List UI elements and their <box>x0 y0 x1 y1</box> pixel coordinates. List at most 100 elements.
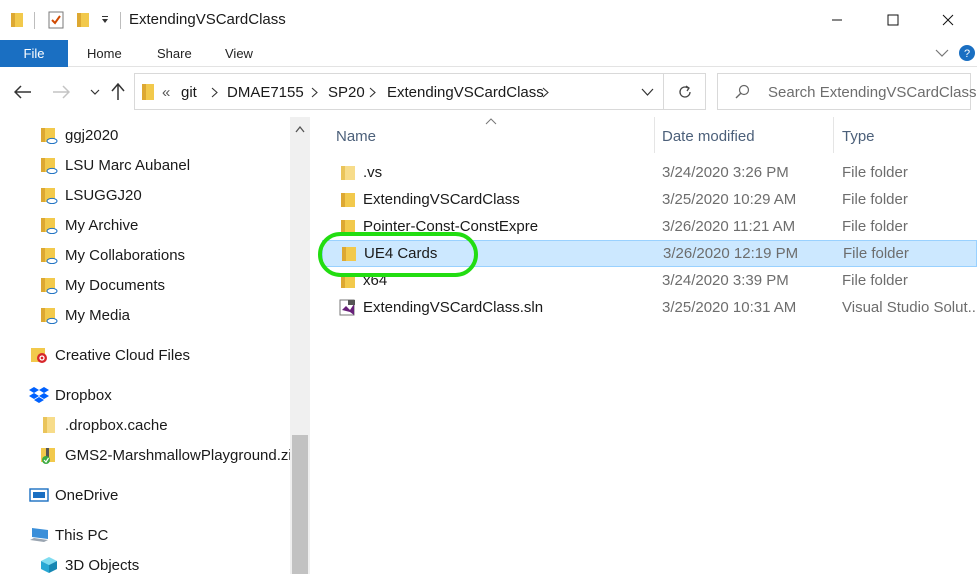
chevron-right-icon[interactable] <box>308 85 320 99</box>
tab-view[interactable]: View <box>225 46 253 61</box>
column-header-name[interactable]: Name <box>336 117 376 155</box>
creative-cloud-icon <box>29 345 49 365</box>
nav-item-dropbox-cache[interactable]: .dropbox.cache <box>39 411 168 439</box>
chevron-down-icon <box>641 88 653 96</box>
annotation-highlight-ring <box>318 232 478 277</box>
onedrive-folder-icon <box>39 245 59 265</box>
chevron-down-icon <box>935 49 949 57</box>
onedrive-folder-icon <box>39 215 59 235</box>
refresh-button[interactable] <box>664 73 706 110</box>
folder-icon <box>341 166 355 180</box>
navigation-pane: ggj2020 LSU Marc Aubanel LSUGGJ20 My Arc… <box>0 117 310 574</box>
nav-item-my-archive[interactable]: My Archive <box>39 211 138 239</box>
breadcrumb-overflow[interactable]: « <box>162 84 170 101</box>
tab-home[interactable]: Home <box>87 46 122 61</box>
file-tab[interactable]: File <box>0 40 68 67</box>
nav-item-gms2-marshmallow-playground[interactable]: GMS2-MarshmallowPlayground.zi <box>39 441 292 469</box>
chevron-right-icon[interactable] <box>366 85 378 99</box>
nav-item-label: Creative Cloud Files <box>55 346 191 364</box>
search-icon <box>734 84 750 103</box>
file-type: File folder <box>842 218 908 235</box>
chevron-up-icon <box>295 125 305 132</box>
back-button[interactable] <box>12 81 34 103</box>
nav-pane-scrollbar[interactable] <box>290 117 310 574</box>
address-row: « git DMAE7155 SP20 ExtendingVSCardClass… <box>0 67 977 117</box>
onedrive-folder-icon <box>39 155 59 175</box>
nav-item-dropbox[interactable]: Dropbox <box>29 381 112 409</box>
help-button[interactable]: ? <box>957 43 977 63</box>
nav-item-my-media[interactable]: My Media <box>39 301 130 329</box>
file-date: 3/26/2020 11:21 AM <box>662 218 796 235</box>
nav-item-label: My Media <box>65 306 131 324</box>
maximize-icon <box>887 14 899 26</box>
breadcrumb-sp20[interactable]: SP20 <box>328 84 365 101</box>
address-history-button[interactable] <box>639 85 655 99</box>
column-header-date-modified[interactable]: Date modified <box>662 117 755 155</box>
breadcrumb-dmae7155[interactable]: DMAE7155 <box>227 84 304 101</box>
up-button[interactable] <box>107 81 129 103</box>
column-divider[interactable] <box>833 117 834 153</box>
nav-item-ggj2020[interactable]: ggj2020 <box>39 121 118 149</box>
expand-ribbon-button[interactable] <box>932 43 952 63</box>
breadcrumb-extendingvscardclass[interactable]: ExtendingVSCardClass <box>387 84 544 101</box>
file-name: ExtendingVSCardClass <box>363 191 520 208</box>
column-divider[interactable] <box>654 117 655 153</box>
minimize-button[interactable] <box>811 0 863 40</box>
chevron-right-icon[interactable] <box>539 85 551 99</box>
nav-item-this-pc[interactable]: This PC <box>29 521 108 549</box>
breadcrumb-git[interactable]: git <box>181 84 197 101</box>
nav-item-label: ggj2020 <box>65 126 119 144</box>
address-bar[interactable]: « git DMAE7155 SP20 ExtendingVSCardClass <box>134 73 664 110</box>
new-folder-icon[interactable] <box>74 10 92 30</box>
column-header-type[interactable]: Type <box>842 117 875 155</box>
scroll-up-button[interactable] <box>290 117 310 141</box>
arrow-left-icon <box>14 85 31 99</box>
file-type: File folder <box>842 191 908 208</box>
properties-icon[interactable] <box>46 10 66 30</box>
file-date: 3/25/2020 10:29 AM <box>662 191 797 208</box>
folder-icon <box>341 193 355 207</box>
nav-item-label: My Documents <box>65 276 166 294</box>
title-bar: ExtendingVSCardClass <box>0 0 977 40</box>
onedrive-icon <box>29 485 49 505</box>
tab-share[interactable]: Share <box>157 46 192 61</box>
onedrive-folder-icon <box>39 185 59 205</box>
file-name: ExtendingVSCardClass.sln <box>363 299 544 316</box>
recent-locations-button[interactable] <box>84 81 106 103</box>
nav-item-label: .dropbox.cache <box>65 416 168 434</box>
chevron-right-icon[interactable] <box>208 85 220 99</box>
scrollbar-thumb[interactable] <box>292 435 308 574</box>
file-date: 3/24/2020 3:39 PM <box>662 272 789 289</box>
refresh-icon <box>678 84 691 98</box>
nav-item-lsuggj20[interactable]: LSUGGJ20 <box>39 181 142 209</box>
nav-item-3d-objects[interactable]: 3D Objects <box>39 551 139 574</box>
search-box[interactable]: Search ExtendingVSCardClass <box>717 73 976 110</box>
nav-item-my-documents[interactable]: My Documents <box>39 271 165 299</box>
forward-button[interactable] <box>50 81 72 103</box>
file-date: 3/26/2020 12:19 PM <box>663 245 799 262</box>
customize-toolbar-icon[interactable] <box>98 10 112 30</box>
file-row[interactable]: .vs 3/24/2020 3:26 PM File folder <box>322 160 977 187</box>
nav-item-label: OneDrive <box>55 486 119 504</box>
nav-item-lsu-marc-aubanel[interactable]: LSU Marc Aubanel <box>39 151 190 179</box>
search-input[interactable]: Search ExtendingVSCardClass <box>768 84 976 101</box>
onedrive-folder-icon <box>39 275 59 295</box>
file-row[interactable]: ExtendingVSCardClass.sln 3/25/2020 10:31… <box>322 295 977 322</box>
nav-item-label: My Collaborations <box>65 246 186 264</box>
chevron-down-icon <box>90 89 100 95</box>
nav-item-label: My Archive <box>65 216 139 234</box>
nav-item-my-collaborations[interactable]: My Collaborations <box>39 241 185 269</box>
close-button[interactable] <box>922 0 974 40</box>
dropbox-icon <box>29 385 49 405</box>
nav-item-onedrive[interactable]: OneDrive <box>29 481 118 509</box>
file-row[interactable]: ExtendingVSCardClass 3/25/2020 10:29 AM … <box>322 187 977 214</box>
arrow-up-icon <box>111 83 125 100</box>
nav-item-label: GMS2-MarshmallowPlayground.zi <box>65 446 292 464</box>
file-date: 3/25/2020 10:31 AM <box>662 299 797 316</box>
ribbon: File Home Share View ? <box>0 40 977 67</box>
maximize-button[interactable] <box>867 0 919 40</box>
arrow-right-icon <box>53 85 70 99</box>
file-name: .vs <box>363 164 383 181</box>
nav-item-creative-cloud-files[interactable]: Creative Cloud Files <box>29 341 190 369</box>
nav-item-label: This PC <box>55 526 109 544</box>
